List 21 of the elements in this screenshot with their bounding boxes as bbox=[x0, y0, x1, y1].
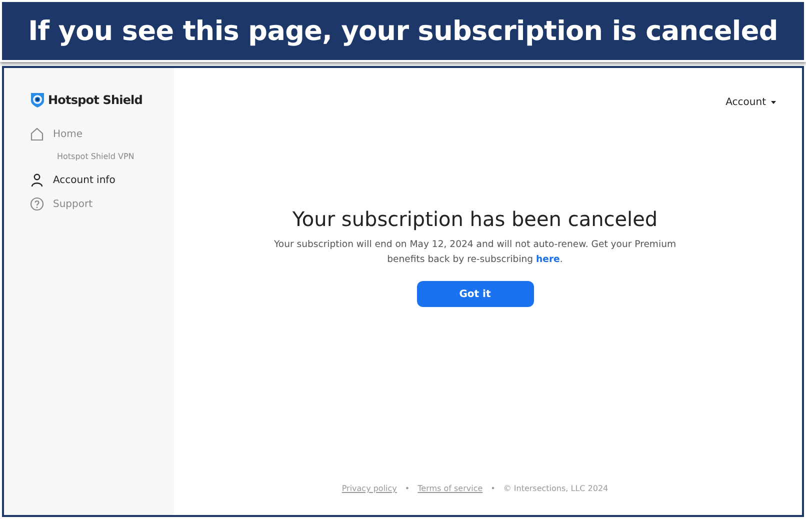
footer-link[interactable]: Privacy policy bbox=[342, 484, 397, 493]
separator-dot: • bbox=[490, 484, 496, 493]
home-icon bbox=[30, 127, 44, 141]
nav-item[interactable]: Home bbox=[30, 122, 83, 146]
nav-item[interactable]: Support bbox=[30, 192, 93, 216]
account-menu[interactable]: Account bbox=[726, 95, 776, 109]
copyright-text: © Intersections, LLC 2024 bbox=[503, 484, 608, 493]
banner-title: If you see this page, your subscription is canceled bbox=[28, 16, 778, 46]
footer-link[interactable]: Terms of service bbox=[418, 484, 483, 493]
shield-logo-icon bbox=[30, 92, 45, 108]
logo-text: Hotspot Shield bbox=[48, 93, 142, 107]
dialog-title: Your subscription has been canceled bbox=[292, 207, 658, 231]
user-icon bbox=[30, 173, 44, 187]
dialog-message: Your subscription will end on May 12, 2024 and will not auto-renew. Get your Premium benefits back by re-subscribing here. bbox=[272, 238, 678, 267]
help-icon bbox=[30, 197, 44, 211]
nav-subitem[interactable]: Hotspot Shield VPN bbox=[57, 148, 134, 164]
nav-item[interactable]: Account info bbox=[30, 168, 116, 192]
got-it-button[interactable]: Got it bbox=[416, 281, 534, 307]
resubscribe-link[interactable]: here bbox=[536, 254, 560, 265]
caret-icon bbox=[771, 100, 776, 104]
separator-dot: • bbox=[404, 484, 410, 493]
